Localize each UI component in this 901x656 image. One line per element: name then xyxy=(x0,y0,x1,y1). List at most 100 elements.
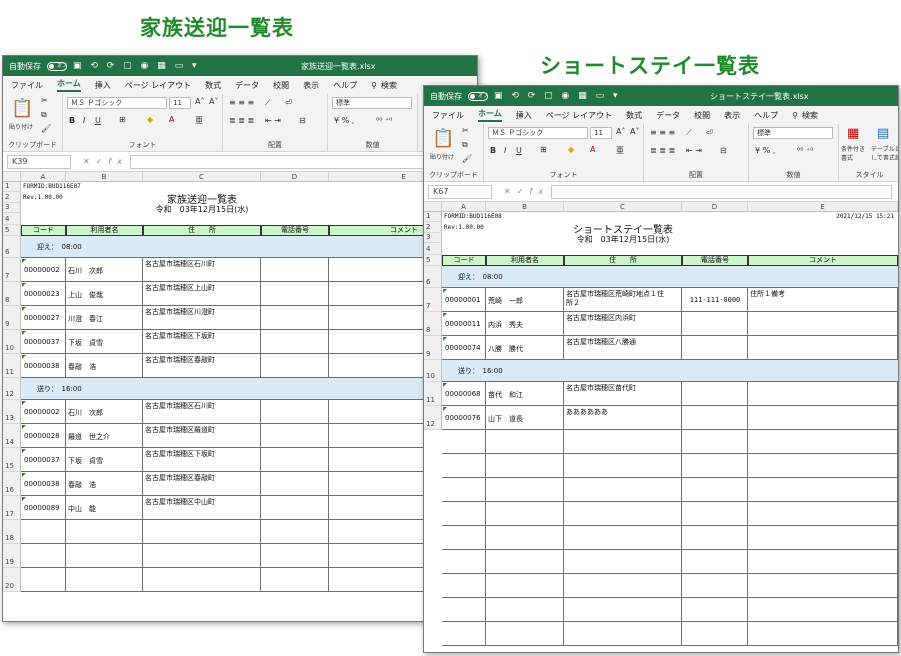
table-cell[interactable] xyxy=(682,502,748,526)
table-cell[interactable] xyxy=(66,520,143,544)
table-cell[interactable] xyxy=(442,550,486,574)
table-cell[interactable] xyxy=(442,454,486,478)
paste-label[interactable]: 貼り付け xyxy=(9,122,33,131)
table-cell[interactable] xyxy=(143,568,261,592)
row-header-8[interactable]: 8 xyxy=(3,282,21,306)
copy-icon[interactable]: ⧉ xyxy=(462,140,468,150)
font-shrink-icon[interactable]: A˅ xyxy=(630,127,639,136)
table-cell[interactable] xyxy=(21,520,66,544)
menu-review[interactable]: 校閲 xyxy=(273,80,289,91)
cond-format-label[interactable]: 条件付き書式 xyxy=(841,144,869,162)
row-header-20[interactable]: 20 xyxy=(3,568,21,592)
table-cell[interactable] xyxy=(564,550,682,574)
row-header-10[interactable]: 10 xyxy=(424,360,442,382)
number-format-select[interactable]: 標準 xyxy=(753,127,833,139)
table-cell[interactable] xyxy=(564,478,682,502)
menu-page-layout[interactable]: ページ レイアウト xyxy=(125,80,191,91)
table-cell[interactable] xyxy=(261,544,329,568)
table-cell[interactable] xyxy=(261,400,329,424)
table-cell[interactable] xyxy=(748,550,898,574)
column-header-a[interactable]: A xyxy=(21,172,66,182)
italic-icon[interactable]: I xyxy=(83,116,85,125)
table-cell[interactable] xyxy=(486,526,564,550)
quick-access-icons[interactable]: ▣ ⟲ ⟳ ▢ ◉ ▦ ▭ ▾ xyxy=(494,91,621,101)
orientation-icon[interactable]: ⟋ xyxy=(686,128,692,138)
font-name-select[interactable]: ＭＳ Ｐゴシック xyxy=(488,127,588,139)
paste-icon[interactable]: 📋 xyxy=(432,128,454,149)
table-cell[interactable] xyxy=(748,526,898,550)
table-cell[interactable] xyxy=(682,478,748,502)
table-cell[interactable] xyxy=(66,568,143,592)
table-cell[interactable] xyxy=(748,312,898,336)
table-cell[interactable] xyxy=(748,336,898,360)
table-cell[interactable] xyxy=(21,544,66,568)
font-grow-icon[interactable]: A˄ xyxy=(616,127,625,136)
row-header-3[interactable]: 3 xyxy=(424,233,442,243)
table-cell[interactable] xyxy=(261,258,329,282)
table-cell[interactable] xyxy=(143,544,261,568)
formula-input[interactable] xyxy=(550,184,892,199)
menu-data[interactable]: データ xyxy=(235,80,259,91)
menu-data[interactable]: データ xyxy=(656,110,680,121)
table-cell[interactable] xyxy=(682,622,748,646)
table-cell[interactable] xyxy=(261,568,329,592)
table-cell[interactable] xyxy=(748,454,898,478)
column-header-d[interactable]: D xyxy=(682,202,748,212)
row-header-14[interactable]: 14 xyxy=(3,424,21,448)
menu-view[interactable]: 表示 xyxy=(303,80,319,91)
menu-file[interactable]: ファイル xyxy=(11,80,43,91)
underline-icon[interactable]: U xyxy=(516,146,522,155)
table-cell[interactable] xyxy=(486,478,564,502)
row-header-5[interactable]: 5 xyxy=(3,225,21,236)
table-cell[interactable] xyxy=(442,502,486,526)
table-cell[interactable] xyxy=(486,574,564,598)
table-cell[interactable] xyxy=(682,312,748,336)
table-cell[interactable] xyxy=(682,526,748,550)
row-header-7[interactable]: 7 xyxy=(3,258,21,282)
border-icon[interactable]: ⊞ xyxy=(540,145,547,154)
row-header-11[interactable]: 11 xyxy=(424,382,442,406)
row-header-1[interactable]: 1 xyxy=(3,182,21,192)
row-header-8[interactable]: 8 xyxy=(424,312,442,336)
font-color-icon[interactable]: A xyxy=(169,115,174,124)
table-cell[interactable] xyxy=(486,454,564,478)
row-header-4[interactable]: 4 xyxy=(424,243,442,255)
currency-icon[interactable]: ¥ % , xyxy=(334,116,354,125)
column-header-d[interactable]: D xyxy=(261,172,329,182)
row-header-9[interactable]: 9 xyxy=(3,306,21,330)
row-header-18[interactable]: 18 xyxy=(3,520,21,544)
menu-help[interactable]: ヘルプ xyxy=(754,110,778,121)
menu-formulas[interactable]: 数式 xyxy=(205,80,221,91)
table-cell[interactable] xyxy=(564,502,682,526)
table-cell[interactable] xyxy=(564,598,682,622)
row-header-9[interactable]: 9 xyxy=(424,336,442,360)
table-cell[interactable] xyxy=(261,520,329,544)
name-box[interactable]: K67 xyxy=(428,184,492,199)
table-cell[interactable] xyxy=(442,598,486,622)
table-cell[interactable] xyxy=(682,430,748,454)
table-cell[interactable] xyxy=(143,520,261,544)
row-header-6[interactable]: 6 xyxy=(424,266,442,288)
align-left-icon[interactable]: ≣ ≣ ≣ xyxy=(229,116,254,125)
table-cell[interactable] xyxy=(261,306,329,330)
column-header-c[interactable]: C xyxy=(143,172,261,182)
wrap-text-icon[interactable]: ⏎ xyxy=(706,128,713,137)
column-header-e[interactable]: E xyxy=(748,202,898,212)
paste-label[interactable]: 貼り付け xyxy=(430,152,454,161)
row-header-2[interactable]: 2 xyxy=(3,192,21,203)
worksheet-short[interactable]: A B C D E 1 2 3 4 5 6 7 8 9 10 11 12 FORMID:BUD116E08 Rev:… xyxy=(424,202,898,652)
align-left-icon[interactable]: ≣ ≣ ≣ xyxy=(650,146,675,155)
table-format-label[interactable]: テーブルとして書式設定 xyxy=(871,144,898,160)
format-painter-icon[interactable]: 🖌 xyxy=(462,154,472,163)
decimal-icon[interactable]: ⁰⁰ ⁺⁰ xyxy=(797,146,813,155)
indent-icon[interactable]: ⇤ ⇥ xyxy=(686,146,702,155)
font-size-select[interactable]: 11 xyxy=(590,127,612,139)
row-header-19[interactable]: 19 xyxy=(3,544,21,568)
table-cell[interactable] xyxy=(261,472,329,496)
font-size-select[interactable]: 11 xyxy=(169,97,191,109)
table-cell[interactable] xyxy=(564,454,682,478)
table-cell[interactable] xyxy=(442,574,486,598)
fx-icon[interactable]: ✕✓fx xyxy=(83,157,128,166)
menu-page-layout[interactable]: ページ レイアウト xyxy=(546,110,612,121)
autosave-toggle[interactable]: オフ xyxy=(468,91,488,101)
